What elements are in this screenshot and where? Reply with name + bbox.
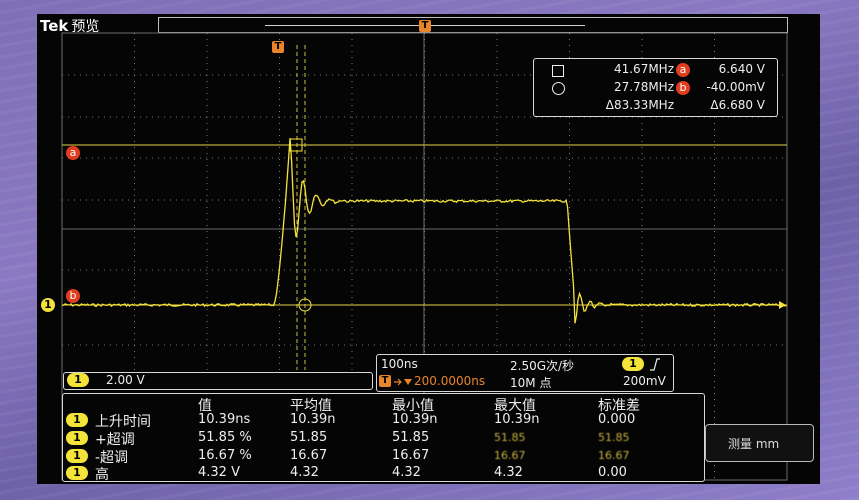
row-max: 4.32	[494, 465, 523, 480]
row-max: 10.39n	[494, 412, 540, 427]
row-value: 51.85 %	[198, 430, 252, 445]
row-name: 上升时间	[95, 414, 151, 430]
row-mean: 10.39n	[290, 412, 336, 427]
side-menu-label: 测量 mm	[728, 437, 780, 451]
trigger-source-channel: 1	[622, 357, 644, 371]
record-length: 10M 点	[510, 376, 552, 390]
side-menu-button[interactable]: 测量 mm	[705, 424, 814, 462]
row-channel-badge: 1	[66, 449, 88, 463]
row-min: 51.85	[392, 430, 430, 445]
row-std: 0.000	[598, 412, 636, 427]
cursor-a-value: 6.640 V	[718, 62, 765, 76]
trigger-level-arrow-icon	[779, 301, 786, 309]
square-cursor-icon	[552, 65, 564, 77]
channel1-scale-box[interactable]: 1 2.00 V	[63, 372, 373, 390]
row-name: 高	[95, 467, 109, 483]
timebase-value: 100ns	[381, 357, 418, 371]
cursor-a-label[interactable]: a	[66, 146, 80, 160]
row-channel-badge: 1	[66, 466, 88, 480]
acquisition-readout[interactable]: 100ns 2.50G次/秒 1 T 200.0000ns 10M 点 200m…	[376, 354, 674, 392]
sample-rate: 2.50G次/秒	[510, 359, 575, 373]
row-min: 10.39n	[392, 412, 438, 427]
trigger-icon: T	[379, 375, 391, 387]
trigger-arrow-icon	[394, 378, 412, 386]
row-std: 16.67	[598, 449, 630, 462]
cursor-b-icon: b	[676, 81, 690, 95]
channel1-scale: 2.00 V	[106, 373, 145, 387]
cursor-delta-value: Δ6.680 V	[710, 98, 765, 112]
row-value: 10.39ns	[198, 412, 251, 427]
row-max: 16.67	[494, 449, 526, 462]
row-value: 16.67 %	[198, 448, 252, 463]
row-mean: 4.32	[290, 465, 319, 480]
channel1-ground-marker[interactable]: 1	[41, 298, 55, 312]
row-std: 51.85	[598, 431, 630, 444]
channel1-badge: 1	[67, 373, 89, 387]
row-std: 0.00	[598, 465, 627, 480]
row-min: 16.67	[392, 448, 430, 463]
cursor-b-label[interactable]: b	[66, 289, 80, 303]
trigger-position: 200.0000ns	[414, 374, 486, 388]
row-value: 4.32 V	[198, 465, 240, 480]
row-channel-badge: 1	[66, 431, 88, 445]
row-min: 4.32	[392, 465, 421, 480]
measurements-table[interactable]: 值 平均值 最小值 最大值 标准差 1 上升时间 10.39ns 10.39n …	[62, 393, 705, 483]
row-max: 51.85	[494, 431, 526, 444]
row-mean: 51.85	[290, 430, 328, 445]
cursor-delta-freq: Δ83.33MHz	[605, 98, 674, 112]
cursor-readout-panel[interactable]: 41.67MHz a 6.640 V 27.78MHz b -40.00mV Δ…	[533, 58, 778, 117]
cursor-b-value: -40.00mV	[706, 80, 765, 94]
cursor-a-icon: a	[676, 63, 690, 77]
row-channel-badge: 1	[66, 413, 88, 427]
rising-edge-icon	[650, 358, 660, 371]
cursor-freq-1: 41.67MHz	[613, 62, 674, 76]
circle-cursor-icon	[552, 82, 565, 95]
cursor-freq-2: 27.78MHz	[613, 80, 674, 94]
row-mean: 16.67	[290, 448, 328, 463]
row-name: +超调	[95, 432, 135, 448]
trigger-level: 200mV	[623, 374, 666, 388]
trigger-marker[interactable]: T	[272, 41, 284, 53]
